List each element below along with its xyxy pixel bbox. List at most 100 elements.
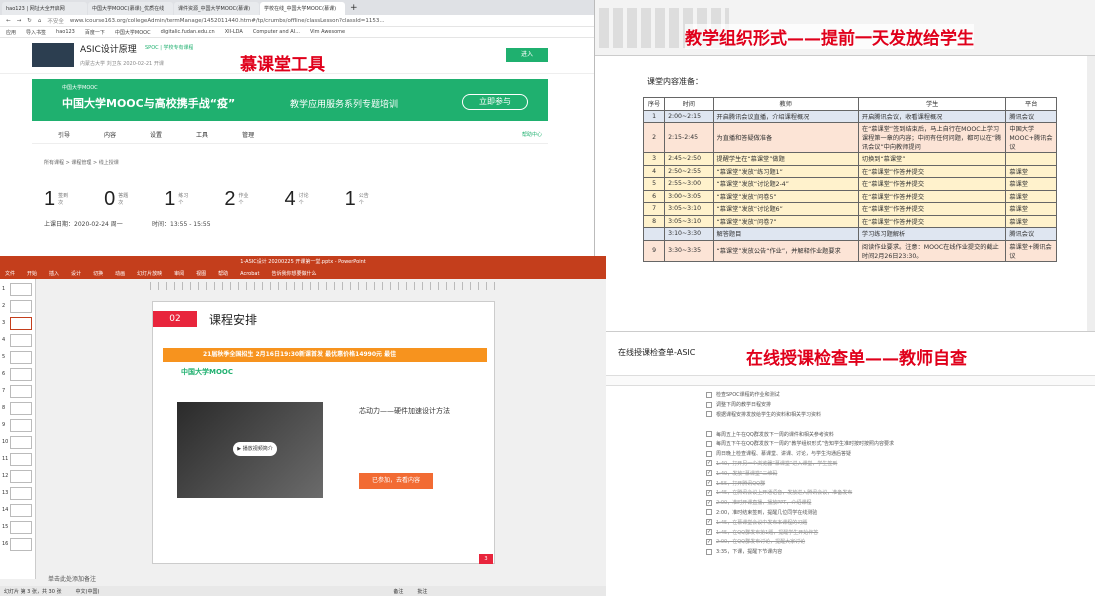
slide-thumbnail[interactable]: 8	[2, 402, 32, 415]
checklist-item[interactable]: 调整下周的教学日程安排	[706, 400, 1086, 410]
ribbon-tab[interactable]: 设计	[71, 270, 81, 277]
bookmark[interactable]: Vim Awesome	[310, 29, 345, 35]
join-now-button[interactable]: 立即参与	[462, 94, 528, 110]
checklist-item[interactable]: 2:00，准时结束签到，提醒几位同学在线测验	[706, 508, 1086, 518]
checked-box-icon[interactable]: ✓	[706, 529, 712, 536]
slide-thumbnail[interactable]: 9	[2, 419, 32, 432]
checklist-item[interactable]: 每周五下午在QQ群发放下一周的“教学组织形式”告知学生准时按时按照内容要求	[706, 439, 1086, 449]
play-button[interactable]: ▶ 播放视频简介	[233, 442, 277, 456]
bookmark[interactable]: XII-LDA	[225, 29, 243, 35]
slide-thumbnail[interactable]: 3	[2, 317, 32, 330]
bookmark[interactable]: 中国大学MOOC	[115, 29, 151, 36]
bookmark[interactable]: 导入书签	[26, 29, 46, 36]
browser-tab[interactable]: hao123 | 网址大全开启网	[2, 2, 87, 15]
browser-tab[interactable]: 课件资源_中国大学MOOC(慕课)	[174, 2, 259, 15]
checklist-item[interactable]: ✓ 2:00，在QQ群发布讨论，提醒大家讨论	[706, 537, 1086, 547]
checklist-item[interactable]: ✓ 1:45，在腾讯会议上开通语音，发放进入腾讯会议，准备发布	[706, 488, 1086, 498]
checkbox-icon[interactable]	[706, 401, 712, 408]
subnav-item[interactable]: 内容	[104, 130, 116, 139]
checkbox-icon[interactable]	[706, 440, 712, 447]
bookmark[interactable]: Computer and AI...	[253, 29, 300, 35]
slide-thumbnail[interactable]: 14	[2, 504, 32, 517]
checklist-item[interactable]: 每周五上午在QQ群发放下一周的课件和相关参考资料	[706, 429, 1086, 439]
bookmark[interactable]: 应用	[6, 29, 16, 36]
bookmark[interactable]: 百度一下	[85, 29, 105, 36]
checkbox-icon[interactable]	[706, 431, 712, 438]
stat-notice[interactable]: 1 公告个	[345, 188, 371, 211]
checklist-item[interactable]: ✓ 1:45，在QQ群发布第1题，提醒学生开始作答	[706, 527, 1086, 537]
subnav-item[interactable]: 管理	[242, 130, 254, 139]
reload-icon[interactable]: ↻	[27, 18, 32, 24]
checklist-item[interactable]: ✓ 2:00，准时开课直播，播放PPT，介绍课程	[706, 498, 1086, 508]
url-text[interactable]: www.icourse163.org/collegeAdmin/termMana…	[70, 18, 490, 24]
checklist-item[interactable]: ✓ 1:40，打开另一个浏览器“慕课堂”进入课堂，学生签到	[706, 459, 1086, 469]
checkbox-icon[interactable]	[706, 391, 712, 398]
slide-thumbnail[interactable]: 2	[2, 300, 32, 313]
subnav-item[interactable]: 设置	[150, 130, 162, 139]
comments-toggle[interactable]: 批注	[417, 588, 427, 595]
checked-box-icon[interactable]: ✓	[706, 489, 712, 496]
tell-me-search[interactable]: 告诉我你想要做什么	[271, 270, 316, 277]
ribbon-tab[interactable]: 帮助	[218, 270, 228, 277]
stat-quiz[interactable]: 0 答题次	[104, 188, 130, 211]
checked-box-icon[interactable]: ✓	[706, 480, 712, 487]
browser-tab-active[interactable]: 学校在线_中国大学MOOC(慕课)	[260, 2, 345, 15]
slide-thumbnail[interactable]: 5	[2, 351, 32, 364]
subnav-item[interactable]: 引导	[58, 130, 70, 139]
ribbon-tab[interactable]: 开始	[27, 270, 37, 277]
slide-canvas[interactable]: 02 课程安排 21届秋季全国招生 2月16日19:30新课首发 最优惠价格14…	[152, 301, 495, 564]
notes-toggle[interactable]: 备注	[393, 588, 403, 595]
slide-thumbnail[interactable]: 13	[2, 487, 32, 500]
slide-thumbnail[interactable]: 11	[2, 453, 32, 466]
checkbox-icon[interactable]	[706, 411, 712, 418]
ribbon-tab[interactable]: 插入	[49, 270, 59, 277]
stat-checkin[interactable]: 1 签到次	[44, 188, 70, 211]
browser-tab[interactable]: 中国大学MOOC(慕课)_优质在线	[88, 2, 173, 15]
ribbon-tab[interactable]: 文件	[5, 270, 15, 277]
forward-icon[interactable]: →	[17, 18, 22, 24]
back-icon[interactable]: ←	[6, 18, 11, 24]
promo-banner[interactable]: 中国大学MOOC 中国大学MOOC与高校携手战“疫” 教学应用服务系列专题培训 …	[32, 79, 548, 121]
ribbon-tab[interactable]: 审阅	[174, 270, 184, 277]
slide-thumbnail[interactable]: 15	[2, 521, 32, 534]
checked-box-icon[interactable]: ✓	[706, 538, 712, 545]
checklist-item[interactable]: 根据课程安排发放给学生的资料和相关学习资料	[706, 410, 1086, 420]
checked-box-icon[interactable]: ✓	[706, 460, 712, 467]
stat-exercise[interactable]: 1 练习个	[164, 188, 190, 211]
enroll-button[interactable]: 已参加，去看内容	[359, 473, 433, 489]
slide-thumbnail[interactable]: 4	[2, 334, 32, 347]
new-tab-icon[interactable]: +	[346, 3, 362, 15]
checklist-item[interactable]: 周日晚上检查课程、慕课堂、讲课、讨论，与学生沟通后答疑	[706, 449, 1086, 459]
slide-thumbnail[interactable]: 12	[2, 470, 32, 483]
stat-discussion[interactable]: 4 讨论个	[285, 188, 311, 211]
slide-thumbnail[interactable]: 16	[2, 538, 32, 551]
doc-toolbar[interactable]	[606, 375, 1095, 386]
enter-button[interactable]: 进入	[506, 48, 548, 62]
bookmark[interactable]: hao123	[56, 29, 75, 35]
checked-box-icon[interactable]: ✓	[706, 519, 712, 526]
ribbon-tab[interactable]: Acrobat	[240, 271, 259, 277]
address-bar[interactable]: ← → ↻ ⌂ 不安全 www.icourse163.org/collegeAd…	[0, 15, 603, 27]
ribbon-tab[interactable]: 切换	[93, 270, 103, 277]
stat-homework[interactable]: 2 作业个	[224, 188, 250, 211]
notes-placeholder[interactable]: 单击此处添加备注	[48, 574, 96, 583]
ribbon-tab[interactable]: 视图	[196, 270, 206, 277]
bookmark[interactable]: digitalic.fudan.edu.cn	[161, 29, 215, 35]
slide-thumbnail[interactable]: 10	[2, 436, 32, 449]
checked-box-icon[interactable]: ✓	[706, 499, 712, 506]
checklist-item[interactable]: ✓ 1:40，发放“慕课堂”二维码	[706, 468, 1086, 478]
checkbox-icon[interactable]	[706, 509, 712, 516]
checklist-item[interactable]: ✓ 1:45，在慕课堂会议中发布本课程的习题	[706, 517, 1086, 527]
checklist-item[interactable]: 3:35，下课，提醒下节课内容	[706, 547, 1086, 557]
help-link[interactable]: 帮助中心	[522, 131, 542, 138]
pdf-scrollbar[interactable]	[1087, 56, 1095, 331]
slide-thumbnail[interactable]: 1	[2, 283, 32, 296]
checklist-item[interactable]: ✓ 1:55，打开腾讯QQ群	[706, 478, 1086, 488]
checklist-item[interactable]: 检查SPOC课程的作业和测试	[706, 390, 1086, 400]
subnav-item[interactable]: 工具	[196, 130, 208, 139]
slide-thumbnail[interactable]: 6	[2, 368, 32, 381]
checked-box-icon[interactable]: ✓	[706, 470, 712, 477]
home-icon[interactable]: ⌂	[38, 18, 42, 24]
checkbox-icon[interactable]	[706, 548, 712, 555]
checkbox-icon[interactable]	[706, 450, 712, 457]
